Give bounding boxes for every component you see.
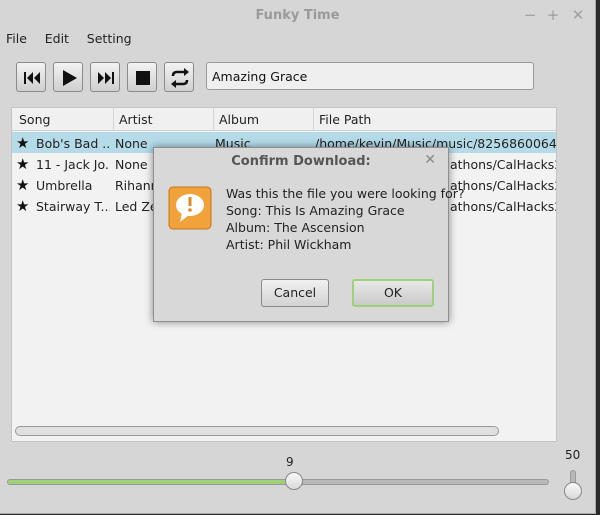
- cell-song: 11 - Jack Jo...: [36, 157, 110, 172]
- star-icon[interactable]: ★: [16, 155, 29, 173]
- app-window: Funky Time − + ✕ File Edit Setting Amazi…: [0, 0, 596, 514]
- column-header-artist[interactable]: Artist: [119, 112, 152, 127]
- stop-button[interactable]: [127, 62, 157, 92]
- horizontal-scrollbar[interactable]: [15, 426, 499, 436]
- stop-icon: [136, 71, 150, 85]
- play-icon: [63, 70, 77, 86]
- window-title: Funky Time: [255, 8, 340, 23]
- close-icon[interactable]: ✕: [424, 152, 436, 168]
- play-button[interactable]: [53, 62, 83, 92]
- star-icon[interactable]: ★: [16, 176, 29, 194]
- close-icon[interactable]: ✕: [570, 6, 586, 24]
- maximize-icon[interactable]: +: [545, 6, 561, 24]
- minimize-icon[interactable]: −: [522, 6, 538, 24]
- column-header-album[interactable]: Album: [219, 112, 259, 127]
- star-icon[interactable]: ★: [16, 197, 29, 215]
- position-slider-handle[interactable]: [285, 472, 304, 490]
- volume-slider-handle[interactable]: [564, 482, 582, 500]
- next-button[interactable]: [90, 62, 120, 92]
- previous-icon: [24, 72, 40, 84]
- dialog-artist: Artist: Phil Wickham: [226, 237, 352, 252]
- previous-button[interactable]: [16, 62, 46, 92]
- repeat-icon: [171, 68, 189, 88]
- confirm-download-dialog: Confirm Download: ✕ Was this the file yo…: [153, 147, 465, 322]
- menu-edit[interactable]: Edit: [43, 31, 71, 46]
- table-header: Song Artist Album File Path: [12, 108, 556, 131]
- volume-value-label: 50: [565, 448, 581, 462]
- dialog-question: Was this the file you were looking for?: [226, 186, 465, 201]
- speech-bubble-alert-icon: [168, 186, 212, 233]
- dialog-title: Confirm Download:: [231, 154, 371, 169]
- column-header-song[interactable]: Song: [19, 112, 50, 127]
- next-icon: [98, 72, 114, 84]
- search-input[interactable]: [206, 62, 534, 90]
- menu-setting[interactable]: Setting: [85, 31, 134, 46]
- cell-path: athons/CalHacks20: [450, 178, 556, 193]
- ok-button[interactable]: OK: [352, 279, 434, 307]
- dialog-song: Song: This Is Amazing Grace: [226, 203, 405, 218]
- cell-song: Umbrella: [36, 178, 93, 193]
- repeat-button[interactable]: [164, 62, 194, 92]
- position-slider-fill: [8, 480, 295, 484]
- position-value-label: 9: [286, 455, 294, 469]
- cell-path: athons/CalHacks20: [450, 157, 556, 172]
- cell-path: athons/CalHacks20: [450, 199, 556, 214]
- menu-bar: File Edit Setting: [4, 31, 144, 49]
- menu-file[interactable]: File: [4, 31, 29, 46]
- position-slider[interactable]: [7, 479, 549, 485]
- cell-song: Stairway T...: [36, 199, 110, 214]
- star-icon[interactable]: ★: [16, 134, 29, 152]
- column-header-file-path[interactable]: File Path: [319, 112, 371, 127]
- title-bar: Funky Time − + ✕: [0, 0, 595, 30]
- dialog-album: Album: The Ascension: [226, 220, 365, 235]
- cancel-button[interactable]: Cancel: [261, 279, 329, 307]
- cell-song: Bob's Bad ...: [36, 136, 110, 151]
